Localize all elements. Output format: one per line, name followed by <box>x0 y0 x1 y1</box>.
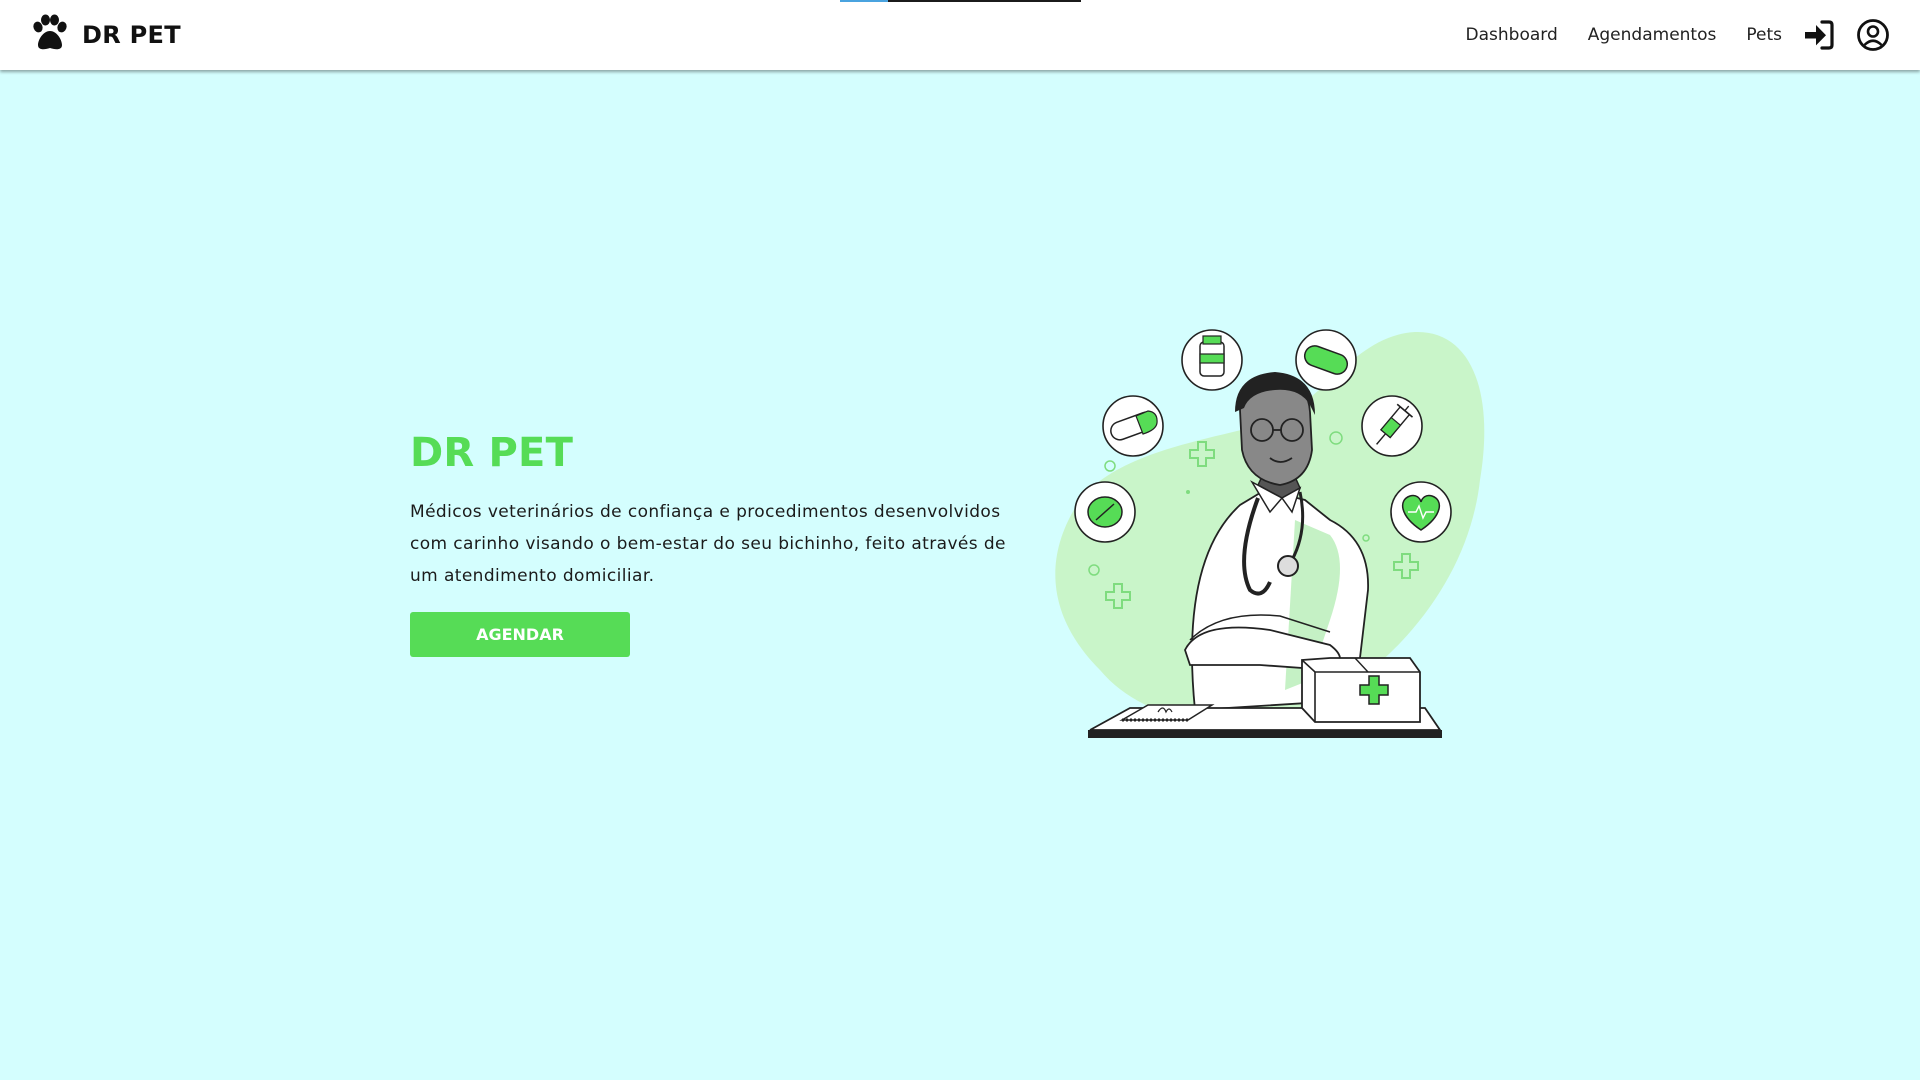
user-circle-icon[interactable] <box>1856 18 1890 52</box>
loading-progress-fill <box>840 0 889 2</box>
hero-description: Médicos veterinários de confiança e proc… <box>410 502 1006 586</box>
veterinarian-illustration <box>1030 320 1490 760</box>
nav-link-pets[interactable]: Pets <box>1746 25 1782 45</box>
hero-title: DR PET <box>410 430 574 476</box>
top-navbar: DR PET Dashboard Agendamentos Pets <box>0 0 1920 70</box>
brand[interactable]: DR PET <box>30 14 181 57</box>
loading-progress-bar <box>840 0 1081 2</box>
brand-name: DR PET <box>82 21 181 49</box>
nav-link-agendamentos[interactable]: Agendamentos <box>1588 25 1717 45</box>
login-icon[interactable] <box>1802 18 1836 52</box>
hero-text: DR PET Médicos veterinários de confiança… <box>410 430 1010 657</box>
nav-link-dashboard[interactable]: Dashboard <box>1466 25 1558 45</box>
nav-menu: Dashboard Agendamentos Pets <box>1466 18 1890 52</box>
schedule-button[interactable]: AGENDAR <box>410 612 630 657</box>
paw-icon <box>30 14 70 57</box>
